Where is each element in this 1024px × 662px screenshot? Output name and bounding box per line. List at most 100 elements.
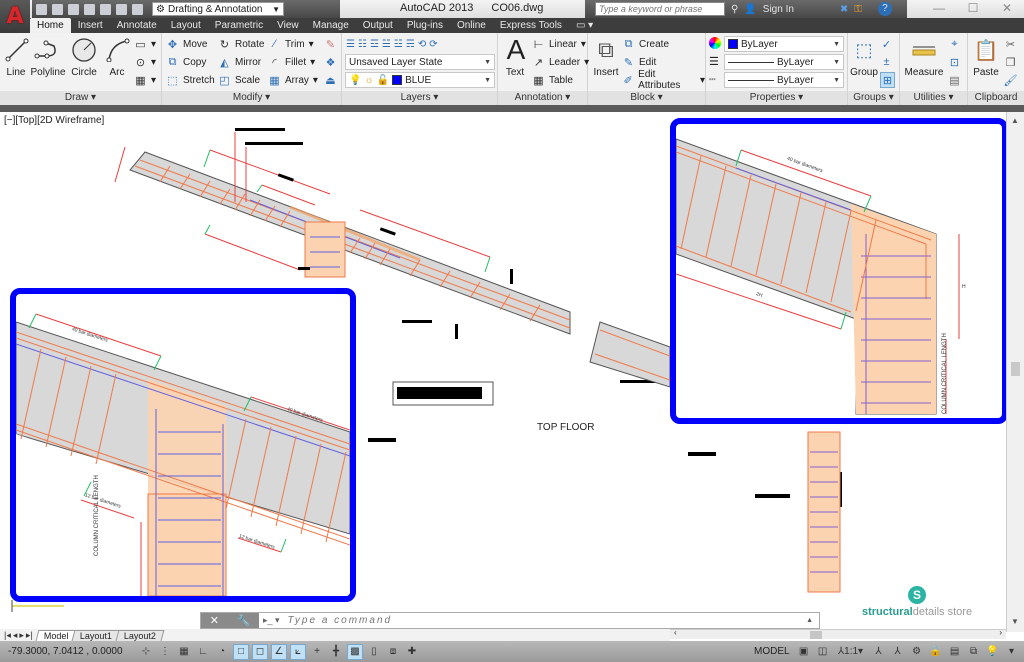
utilities-panel-title[interactable]: Utilities ▾: [900, 91, 967, 105]
drawing-canvas[interactable]: [−][Top][2D Wireframe] TOP FLOOR 40 bar …: [0, 112, 1006, 612]
insert-button[interactable]: ⧉ Insert: [592, 36, 620, 78]
paste-button[interactable]: 📋 Paste: [972, 36, 1000, 79]
linear-button[interactable]: ⊢ Linear ▾: [532, 36, 586, 52]
hardware-acceleration-icon[interactable]: ▤: [947, 643, 963, 659]
array-button[interactable]: ▦ Array ▾: [268, 72, 318, 88]
fillet-button[interactable]: ◜ Fillet ▾: [268, 54, 315, 70]
lineweight-dropdown[interactable]: ByLayer ▼: [724, 54, 844, 70]
sign-in-button[interactable]: Sign In: [763, 4, 794, 15]
layer-off-icon[interactable]: ☲: [370, 36, 379, 52]
hatch-button[interactable]: ▦ ▾: [134, 72, 156, 88]
move-button[interactable]: ✥ Move: [166, 36, 208, 52]
cut-button[interactable]: ✂: [1004, 36, 1017, 52]
annotation-scale-dropdown[interactable]: ⅄ 1:1 ▾: [834, 643, 868, 659]
snap-toggle[interactable]: ⋮: [157, 644, 173, 660]
edit-block-button[interactable]: ✎ Edit: [622, 54, 656, 70]
scale-button[interactable]: ◰ Scale: [218, 72, 260, 88]
exchange-icon[interactable]: ✖: [840, 4, 848, 15]
block-panel-title[interactable]: Block ▾: [588, 91, 705, 105]
text-button[interactable]: A Text: [502, 34, 528, 78]
close-command-icon[interactable]: ✕: [210, 614, 219, 627]
scroll-down-icon[interactable]: ▼: [1011, 617, 1019, 626]
circle-button[interactable]: Circle: [70, 36, 98, 78]
ortho-toggle[interactable]: ∟: [195, 644, 211, 660]
subscription-icon[interactable]: ⚿: [854, 4, 862, 15]
linetype-dropdown[interactable]: ByLayer ▼: [724, 72, 844, 88]
group-button[interactable]: ⬚ Group: [850, 36, 878, 79]
save-icon[interactable]: [68, 3, 79, 15]
first-layout-icon[interactable]: |◂: [4, 630, 11, 641]
copy-button[interactable]: ⧉ Copy: [166, 54, 207, 70]
polar-toggle[interactable]: ◔: [214, 644, 230, 660]
osnap-toggle[interactable]: □: [233, 643, 249, 660]
calculator-button[interactable]: ▤: [948, 72, 961, 88]
quick-view-layouts-icon[interactable]: ▣: [796, 643, 812, 659]
quick-calc-button[interactable]: ⌖: [948, 36, 961, 52]
mirror-button[interactable]: ◭ Mirror: [218, 54, 261, 70]
ribbon-minimize-button[interactable]: ▭ ▾: [569, 18, 600, 33]
command-prompt-icon[interactable]: ▸_ ▾: [263, 615, 280, 626]
trim-button[interactable]: ⁄ Trim ▾: [268, 36, 314, 52]
layer-freeze-icon[interactable]: ☳: [394, 36, 403, 52]
help-button[interactable]: ?: [877, 2, 892, 16]
status-menu-icon[interactable]: ▾: [1004, 643, 1020, 659]
table-button[interactable]: ▦ Table: [532, 72, 573, 88]
prev-layout-icon[interactable]: ◂: [13, 630, 18, 641]
leader-button[interactable]: ↗ Leader ▾: [532, 54, 589, 70]
vertical-scrollbar[interactable]: ▲ ▼: [1006, 112, 1024, 632]
auto-scale-icon[interactable]: ⅄: [890, 643, 906, 659]
layer-properties-icon[interactable]: ☰: [346, 36, 355, 52]
horizontal-scroll-thumb[interactable]: [810, 631, 822, 639]
tab-layout1[interactable]: Layout1: [71, 630, 121, 641]
tab-manage[interactable]: Manage: [306, 18, 356, 33]
last-layout-icon[interactable]: ▸|: [26, 630, 33, 641]
layer-dropdown[interactable]: 💡 ☼ 🔓 BLUE ▼: [345, 72, 495, 88]
offset-button[interactable]: ⏏: [324, 72, 337, 88]
layer-isolate-icon[interactable]: ☱: [382, 36, 391, 52]
group-selection-button[interactable]: ⊞: [880, 72, 895, 88]
tab-output[interactable]: Output: [356, 18, 400, 33]
polyline-button[interactable]: Polyline: [30, 36, 66, 78]
tab-home[interactable]: Home: [30, 18, 71, 33]
create-block-button[interactable]: ⧉ Create: [622, 36, 669, 52]
layer-state-icon[interactable]: ☷: [358, 36, 367, 52]
layer-previous-icon[interactable]: ⟳: [429, 36, 437, 52]
tab-annotate[interactable]: Annotate: [110, 18, 164, 33]
annotation-visibility-icon[interactable]: ⅄: [871, 643, 887, 659]
tab-parametric[interactable]: Parametric: [208, 18, 270, 33]
command-input[interactable]: [287, 615, 807, 626]
dynamic-input-toggle[interactable]: +: [309, 644, 325, 660]
scroll-up-icon[interactable]: ▲: [1011, 116, 1019, 125]
ducs-toggle[interactable]: ⟀: [290, 643, 306, 660]
layer-lock-icon[interactable]: ☴: [406, 36, 415, 52]
scroll-right-icon[interactable]: ›: [999, 628, 1002, 637]
select-all-button[interactable]: ⊡: [948, 54, 961, 70]
workspace-switching-icon[interactable]: ⚙: [909, 643, 925, 659]
group-edit-button[interactable]: ±: [880, 54, 893, 70]
tab-layout[interactable]: Layout: [164, 18, 208, 33]
copy-clip-button[interactable]: ❐: [1004, 54, 1017, 70]
erase-button[interactable]: ✎: [324, 36, 337, 52]
next-layout-icon[interactable]: ▸: [19, 630, 24, 641]
tab-layout2[interactable]: Layout2: [115, 630, 165, 641]
plot-icon[interactable]: [100, 3, 111, 15]
edit-attributes-button[interactable]: ✐ Edit Attributes ▾: [622, 69, 705, 91]
otrack-toggle[interactable]: ∠: [271, 643, 287, 660]
tab-express-tools[interactable]: Express Tools: [493, 18, 569, 33]
modify-panel-title[interactable]: Modify ▾: [162, 91, 341, 105]
measure-button[interactable]: Measure: [904, 36, 944, 78]
ungroup-button[interactable]: ✓: [880, 36, 893, 52]
groups-panel-title[interactable]: Groups ▾: [848, 91, 899, 105]
scroll-left-icon[interactable]: ‹: [674, 628, 677, 637]
new-icon[interactable]: [36, 3, 47, 15]
horizontal-scrollbar[interactable]: ‹ ›: [670, 628, 1006, 639]
workspace-dropdown[interactable]: ⚙ Drafting & Annotation ▼: [152, 2, 284, 16]
tab-view[interactable]: View: [270, 18, 306, 33]
undo-icon[interactable]: [116, 3, 127, 15]
ellipse-button[interactable]: ⊙ ▾: [134, 54, 156, 70]
layers-panel-title[interactable]: Layers ▾: [342, 91, 497, 105]
quick-properties-toggle[interactable]: ▯: [366, 644, 382, 660]
arc-button[interactable]: Arc: [104, 36, 130, 78]
binoculars-icon[interactable]: ⚲: [731, 4, 738, 15]
properties-panel-title[interactable]: Properties ▾: [706, 91, 847, 105]
